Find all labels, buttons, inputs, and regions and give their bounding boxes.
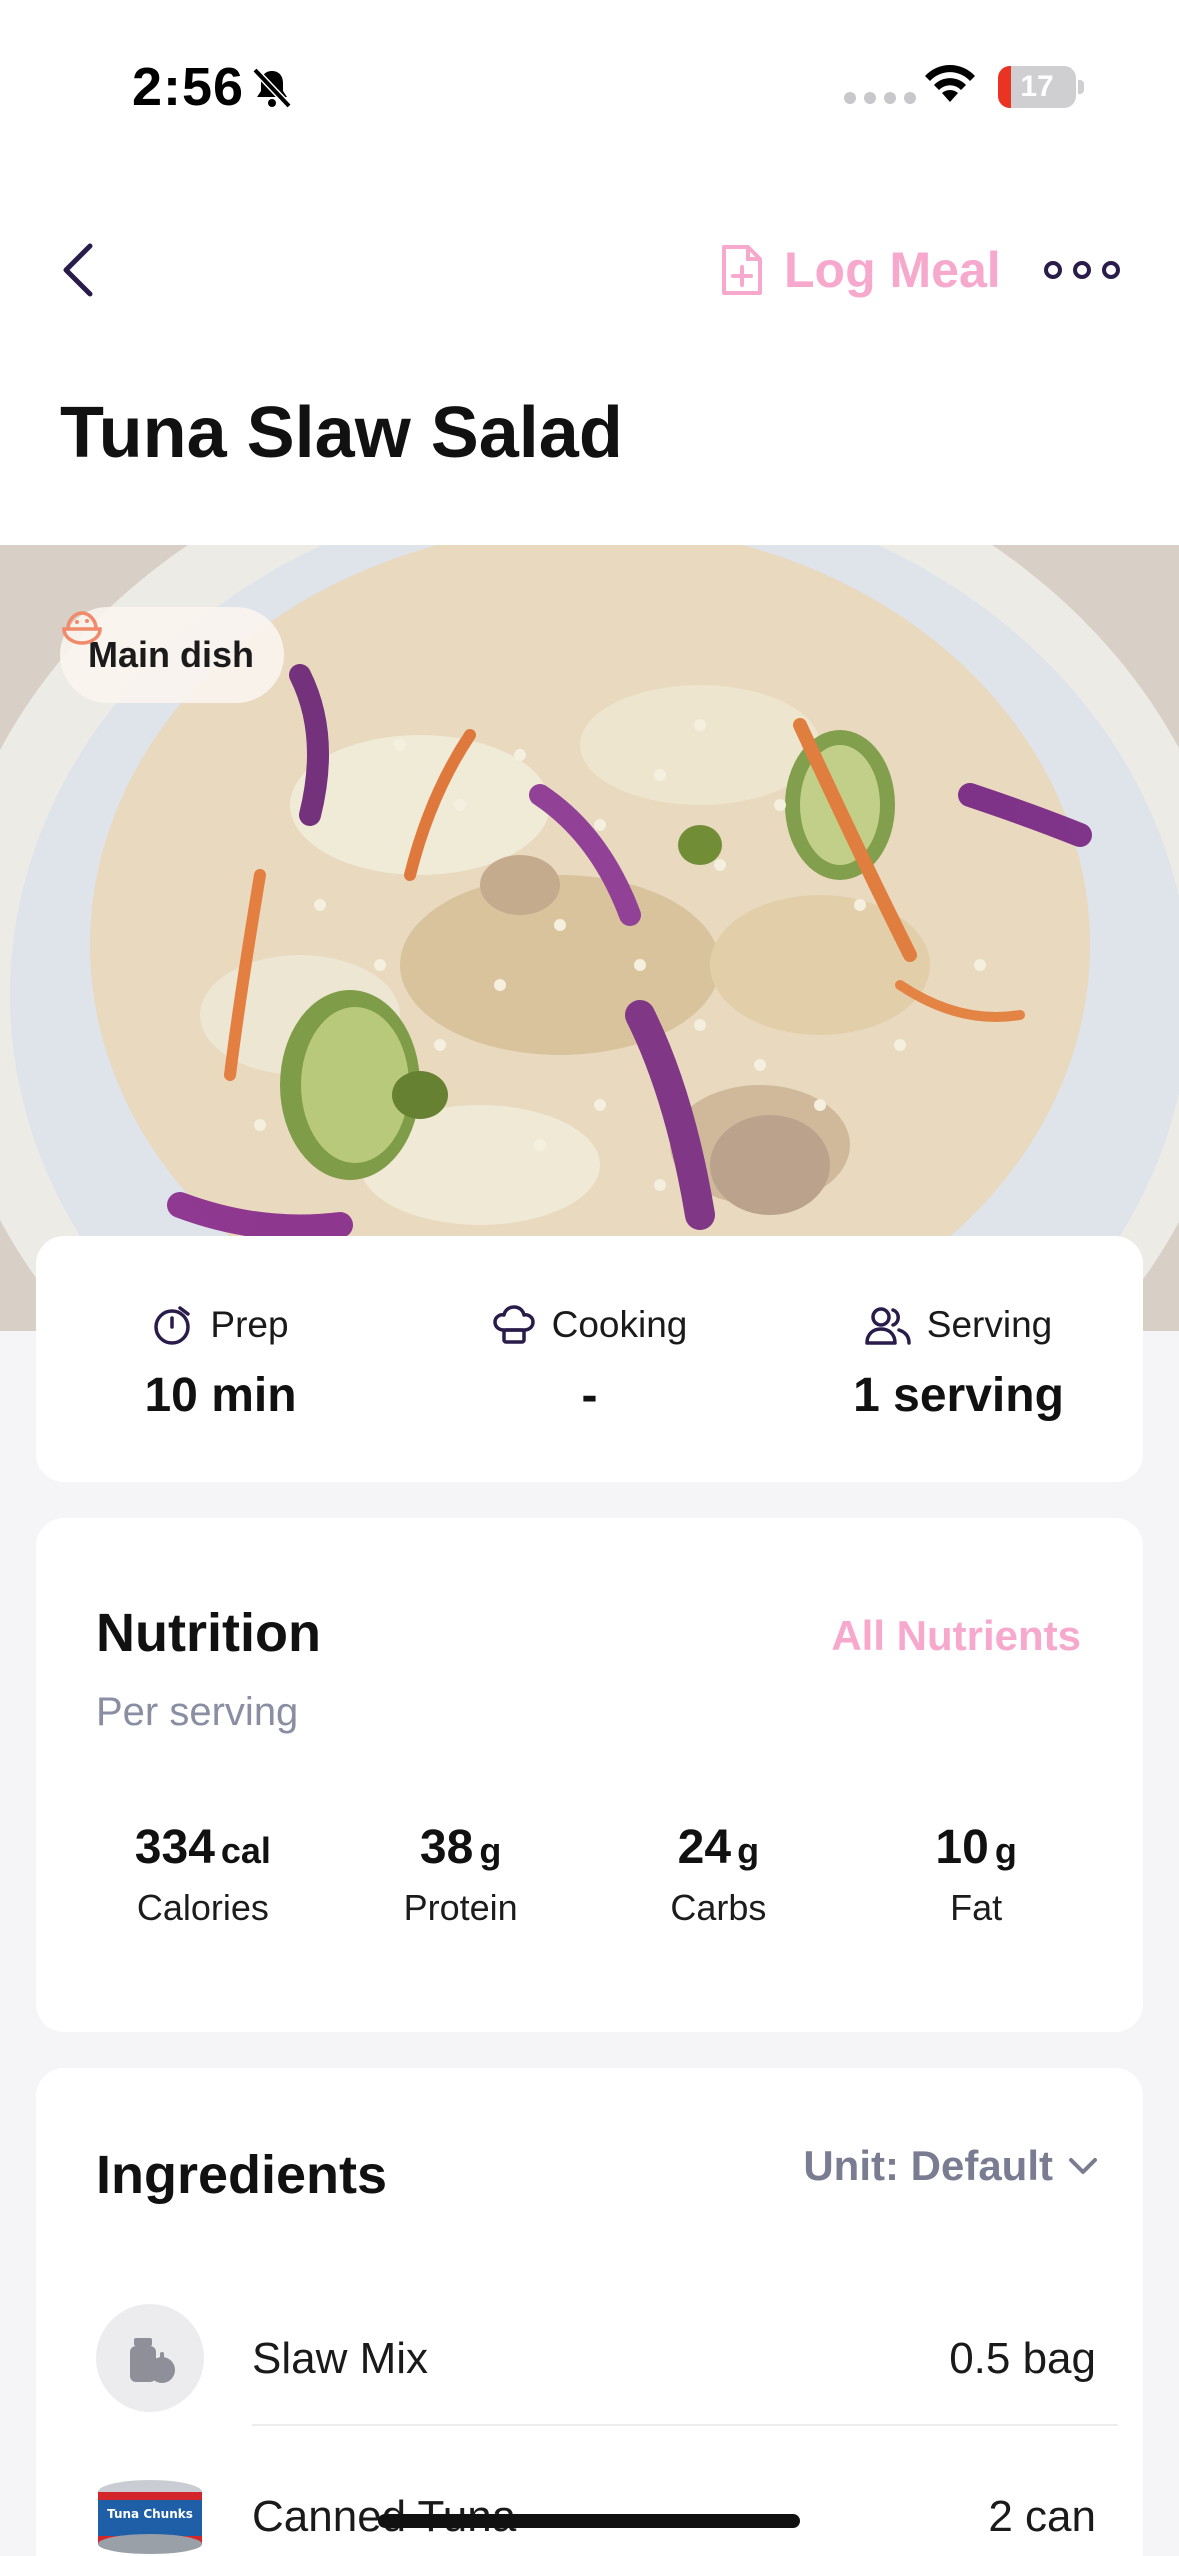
nutrition-card: Nutrition All Nutrients Per serving 334 c… [36,1518,1143,2032]
macro-calories: 334 cal Calories [74,1820,332,1929]
unit-selector-label: Unit: Default [803,2142,1053,2189]
more-dot [1102,261,1120,279]
macro-protein: 38 g Protein [332,1820,590,1929]
macro-unit: g [994,1830,1017,1871]
top-nav: Log Meal Tuna Slaw Salad [0,170,1179,545]
prep-time: Prep 10 min [36,1236,405,1482]
cooking-value: - [581,1369,598,1422]
recipe-meta-card: Prep 10 min Cooking - Serving 1 serving [36,1236,1143,1482]
people-icon [865,1307,911,1345]
battery-percent: 17 [1020,70,1054,103]
prep-value: 10 min [144,1369,297,1422]
macro-unit: g [737,1830,760,1871]
chevron-down-icon [1069,2158,1097,2174]
bell-muted-icon [252,67,292,109]
generic-ingredient-icon [96,2304,204,2412]
ingredient-name: Slaw Mix [252,2334,429,2383]
tuna-can-image: Tuna Chunks [96,2462,204,2556]
servings: Serving 1 serving [774,1236,1143,1482]
serving-value: 1 serving [853,1369,1064,1422]
add-document-icon [722,245,762,295]
recipe-hero-image: Main dish [0,545,1179,1331]
serving-label: Serving [926,1304,1053,1345]
cellular-signal-icon [844,92,916,104]
nutrition-title: Nutrition [96,1603,321,1663]
macro-label: Protein [403,1887,518,1928]
status-bar: 2:56 17 [0,0,1179,170]
ingredient-row[interactable]: Tuna Chunks Canned Tuna 2 can [96,2436,1096,2556]
dish-icon [62,611,102,645]
ingredients-title: Ingredients [96,2145,388,2205]
macro-fat: 10 g Fat [847,1820,1105,1929]
ingredients-card: Ingredients Unit: Default Slaw Mix 0.5 b… [36,2068,1143,2556]
page-title: Tuna Slaw Salad [60,393,623,473]
macro-carbs: 24 g Carbs [590,1820,848,1929]
divider [252,2424,1118,2426]
log-meal-label: Log Meal [784,242,1001,298]
back-button[interactable] [50,230,110,310]
battery-icon: 17 [998,66,1076,108]
more-dot [1044,261,1062,279]
chef-hat-icon [492,1305,535,1344]
cooking-time: Cooking - [405,1236,774,1482]
macro-label: Fat [950,1887,1003,1928]
timer-icon [154,1306,191,1345]
macro-value: 38 [419,1821,474,1874]
status-time: 2:56 [132,57,245,117]
can-label-text: Tuna Chunks [107,2507,193,2521]
battery-nub [1078,80,1084,94]
macro-value: 334 [134,1821,215,1874]
more-dot [1073,261,1091,279]
per-serving-label: Per serving [96,1690,299,1734]
macros-row: 334 cal Calories 38 g Protein 24 g Carbs 10… [36,1820,1143,1929]
macro-label: Calories [136,1887,269,1928]
macro-unit: g [479,1830,502,1871]
ingredient-quantity: 0.5 bag [949,2334,1096,2383]
ingredient-row[interactable]: Slaw Mix 0.5 bag [96,2278,1096,2438]
category-label: Main dish [88,634,255,675]
macro-value: 24 [677,1821,732,1874]
home-indicator [378,2514,800,2528]
all-nutrients-link[interactable]: All Nutrients [831,1612,1081,1660]
unit-selector[interactable]: Unit: Default [803,2142,1099,2190]
category-badge: Main dish [60,607,285,703]
more-options-button[interactable] [1044,250,1120,290]
macro-label: Carbs [670,1887,767,1928]
log-meal-button[interactable]: Log Meal [720,230,1001,310]
wifi-icon [925,65,975,102]
macro-value: 10 [935,1821,989,1874]
prep-label: Prep [210,1304,289,1345]
ingredient-quantity: 2 can [988,2492,1096,2541]
macro-unit: cal [220,1830,271,1871]
cooking-label: Cooking [551,1304,688,1345]
